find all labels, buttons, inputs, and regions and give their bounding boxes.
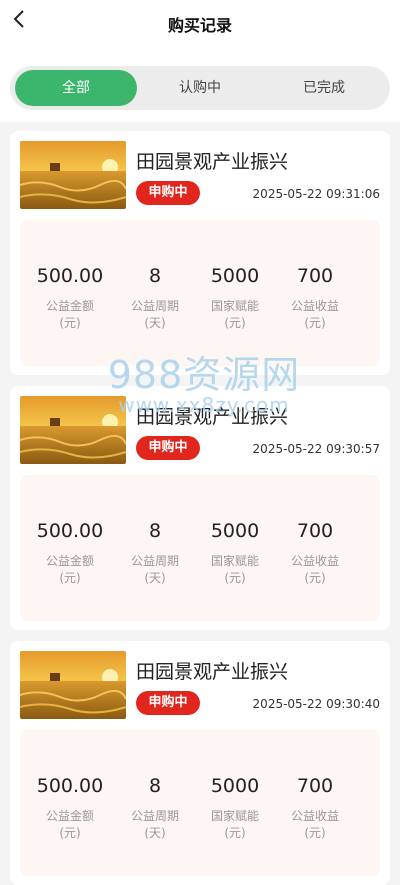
- stat-label: 国家赋能(元): [210, 299, 259, 330]
- stat-value: 700: [296, 775, 334, 797]
- record-card[interactable]: 田园景观产业振兴 申购中 2025-05-22 09:31:06 500.00 …: [10, 131, 390, 375]
- stat-value: 700: [296, 265, 334, 287]
- record-card[interactable]: 田园景观产业振兴 申购中 2025-05-22 09:30:57 500.00 …: [10, 386, 390, 630]
- stat-label: 公益周期(天): [130, 809, 179, 840]
- record-time: 2025-05-22 09:31:06: [252, 187, 380, 201]
- record-title: 田园景观产业振兴: [136, 406, 289, 428]
- stat-label: 国家赋能(元): [210, 554, 259, 585]
- record-card[interactable]: 田园景观产业振兴 申购中 2025-05-22 09:30:40 500.00 …: [10, 641, 390, 885]
- record-time: 2025-05-22 09:30:40: [252, 697, 380, 711]
- stats-panel: 500.00 公益金额(元) 8 公益周期(天) 5000 国家赋能(元) 70…: [20, 220, 380, 366]
- stat-period: 8 公益周期(天): [115, 262, 195, 332]
- stat-label: 公益金额(元): [45, 299, 94, 330]
- stat-label: 公益金额(元): [45, 554, 94, 585]
- stats-panel: 500.00 公益金额(元) 8 公益周期(天) 5000 国家赋能(元) 70…: [20, 730, 380, 876]
- record-title: 田园景观产业振兴: [136, 151, 289, 173]
- stat-period: 8 公益周期(天): [115, 772, 195, 842]
- tab-bar-area: 全部 认购中 已完成: [0, 50, 400, 122]
- page-title: 购买记录: [167, 16, 232, 35]
- stat-value: 500.00: [36, 265, 104, 287]
- stat-income: 700 公益收益(元): [275, 262, 355, 332]
- stat-label: 公益周期(天): [130, 554, 179, 585]
- stat-value: 5000: [210, 775, 260, 797]
- stat-value: 8: [148, 520, 162, 542]
- product-thumbnail: [20, 141, 126, 209]
- top-bar: 购买记录: [0, 0, 400, 50]
- stat-value: 8: [148, 265, 162, 287]
- stat-value: 700: [296, 520, 334, 542]
- stat-empower: 5000 国家赋能(元): [195, 517, 275, 587]
- stat-label: 公益金额(元): [45, 809, 94, 840]
- stat-value: 500.00: [36, 520, 104, 542]
- stat-amount: 500.00 公益金额(元): [30, 772, 110, 842]
- record-time: 2025-05-22 09:30:57: [252, 442, 380, 456]
- stat-value: 8: [148, 775, 162, 797]
- status-badge: 申购中: [136, 436, 200, 460]
- stat-label: 公益收益(元): [290, 809, 339, 840]
- record-title: 田园景观产业振兴: [136, 661, 289, 683]
- stat-value: 5000: [210, 265, 260, 287]
- stat-empower: 5000 国家赋能(元): [195, 772, 275, 842]
- stats-panel: 500.00 公益金额(元) 8 公益周期(天) 5000 国家赋能(元) 70…: [20, 475, 380, 621]
- stat-period: 8 公益周期(天): [115, 517, 195, 587]
- stat-label: 公益周期(天): [130, 299, 179, 330]
- product-thumbnail: [20, 396, 126, 464]
- stat-value: 500.00: [36, 775, 104, 797]
- stat-label: 公益收益(元): [290, 554, 339, 585]
- status-badge: 申购中: [136, 691, 200, 715]
- stat-label: 公益收益(元): [290, 299, 339, 330]
- product-thumbnail: [20, 651, 126, 719]
- tab-bar: 全部 认购中 已完成: [10, 66, 390, 110]
- stat-empower: 5000 国家赋能(元): [195, 262, 275, 332]
- tab-completed[interactable]: 已完成: [263, 70, 385, 106]
- stat-amount: 500.00 公益金额(元): [30, 262, 110, 332]
- stat-income: 700 公益收益(元): [275, 517, 355, 587]
- stat-value: 5000: [210, 520, 260, 542]
- stat-amount: 500.00 公益金额(元): [30, 517, 110, 587]
- status-badge: 申购中: [136, 181, 200, 205]
- stat-label: 国家赋能(元): [210, 809, 259, 840]
- stat-income: 700 公益收益(元): [275, 772, 355, 842]
- tab-all[interactable]: 全部: [15, 70, 137, 106]
- tab-subscribing[interactable]: 认购中: [139, 70, 261, 106]
